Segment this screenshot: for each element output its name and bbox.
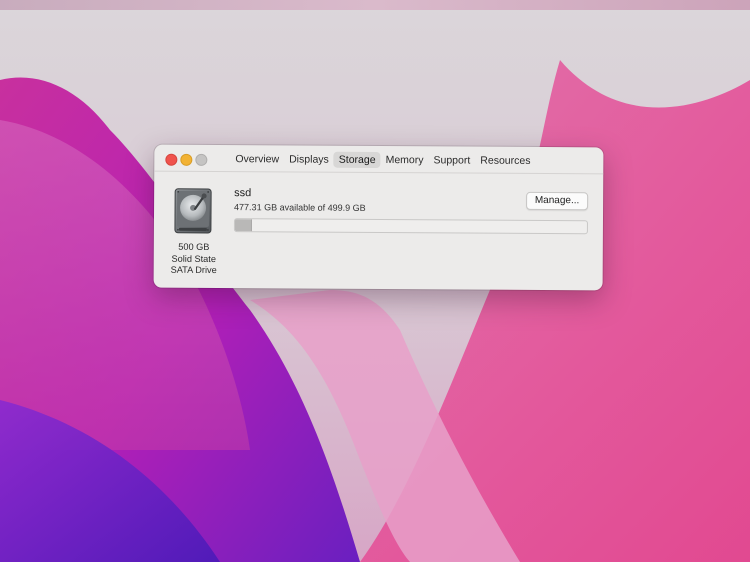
titlebar: Overview Displays Storage Memory Support…	[154, 144, 604, 175]
hard-drive-icon	[174, 188, 212, 234]
manage-button[interactable]: Manage...	[526, 191, 589, 211]
menu-bar-edge	[0, 0, 750, 10]
disk-caption: 500 GB Solid State SATA Drive	[162, 242, 226, 277]
tab-bar: Overview Displays Storage Memory Support…	[230, 150, 535, 170]
tab-storage[interactable]: Storage	[333, 151, 381, 169]
zoom-button	[195, 153, 208, 166]
disk-type: Solid State	[171, 253, 216, 264]
volume-available-text: 477.31 GB available of 499.9 GB	[234, 202, 366, 213]
about-this-mac-window: Overview Displays Storage Memory Support…	[153, 144, 604, 291]
storage-usage-bar	[233, 218, 588, 235]
minimize-button[interactable]	[180, 153, 193, 166]
tab-memory[interactable]: Memory	[381, 152, 429, 168]
volume-name: ssd	[234, 187, 252, 200]
disk-capacity: 500 GB	[178, 241, 210, 252]
storage-used-segment	[234, 219, 252, 232]
storage-panel: 500 GB Solid State SATA Drive ssd 477.31…	[154, 172, 604, 291]
close-button[interactable]	[165, 153, 178, 166]
tab-resources[interactable]: Resources	[475, 153, 535, 169]
desktop: Overview Displays Storage Memory Support…	[0, 0, 750, 562]
tab-support[interactable]: Support	[428, 152, 475, 168]
tab-overview[interactable]: Overview	[230, 151, 284, 167]
disk-interface: SATA Drive	[170, 264, 217, 276]
tab-displays[interactable]: Displays	[284, 151, 334, 167]
